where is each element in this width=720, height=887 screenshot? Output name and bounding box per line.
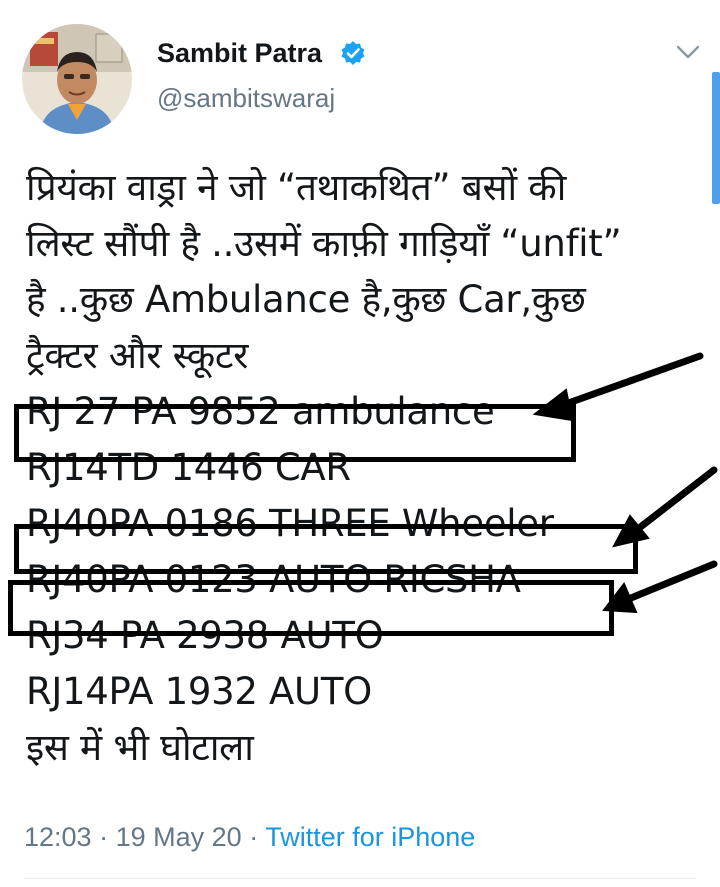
tweet-line: प्रियंका वाड्रा ने जो “तथाकथित” बसों की [26,166,566,209]
tweet-date: 19 May 20 [115,822,242,852]
tweet-line: ट्रैक्टर और स्कूटर [26,334,249,377]
avatar[interactable] [22,24,132,134]
meta-separator: · [99,822,109,852]
divider [24,878,696,879]
highlight-box-ambulance [14,404,576,462]
display-name[interactable]: Sambit Patra [157,36,322,70]
tweet-line: इस में भी घोटाला [26,726,254,769]
tweet-meta: 12:03 · 19 May 20 · Twitter for iPhone [24,820,475,854]
meta-separator: · [249,822,259,852]
scrollbar[interactable] [712,72,720,204]
tweet-line: RJ14PA 1932 AUTO [26,670,372,713]
user-handle[interactable]: @sambitswaraj [157,82,335,114]
tweet-text: प्रियंका वाड्रा ने जो “तथाकथित” बसों की … [20,160,700,776]
highlight-box-three-wheeler [14,524,638,574]
chevron-down-icon[interactable] [675,42,701,62]
verified-badge-icon [341,41,365,65]
profile-photo [22,24,132,134]
tweet-time: 12:03 [24,822,92,852]
highlight-box-auto-ricsha [8,580,614,636]
tweet-line: लिस्ट सौंपी है ..उसमें काफ़ी गाड़ियाँ “u… [26,222,622,265]
tweet-source-link[interactable]: Twitter for iPhone [265,822,475,852]
tweet-line: है ..कुछ Ambulance है,कुछ Car,कुछ [26,278,586,321]
